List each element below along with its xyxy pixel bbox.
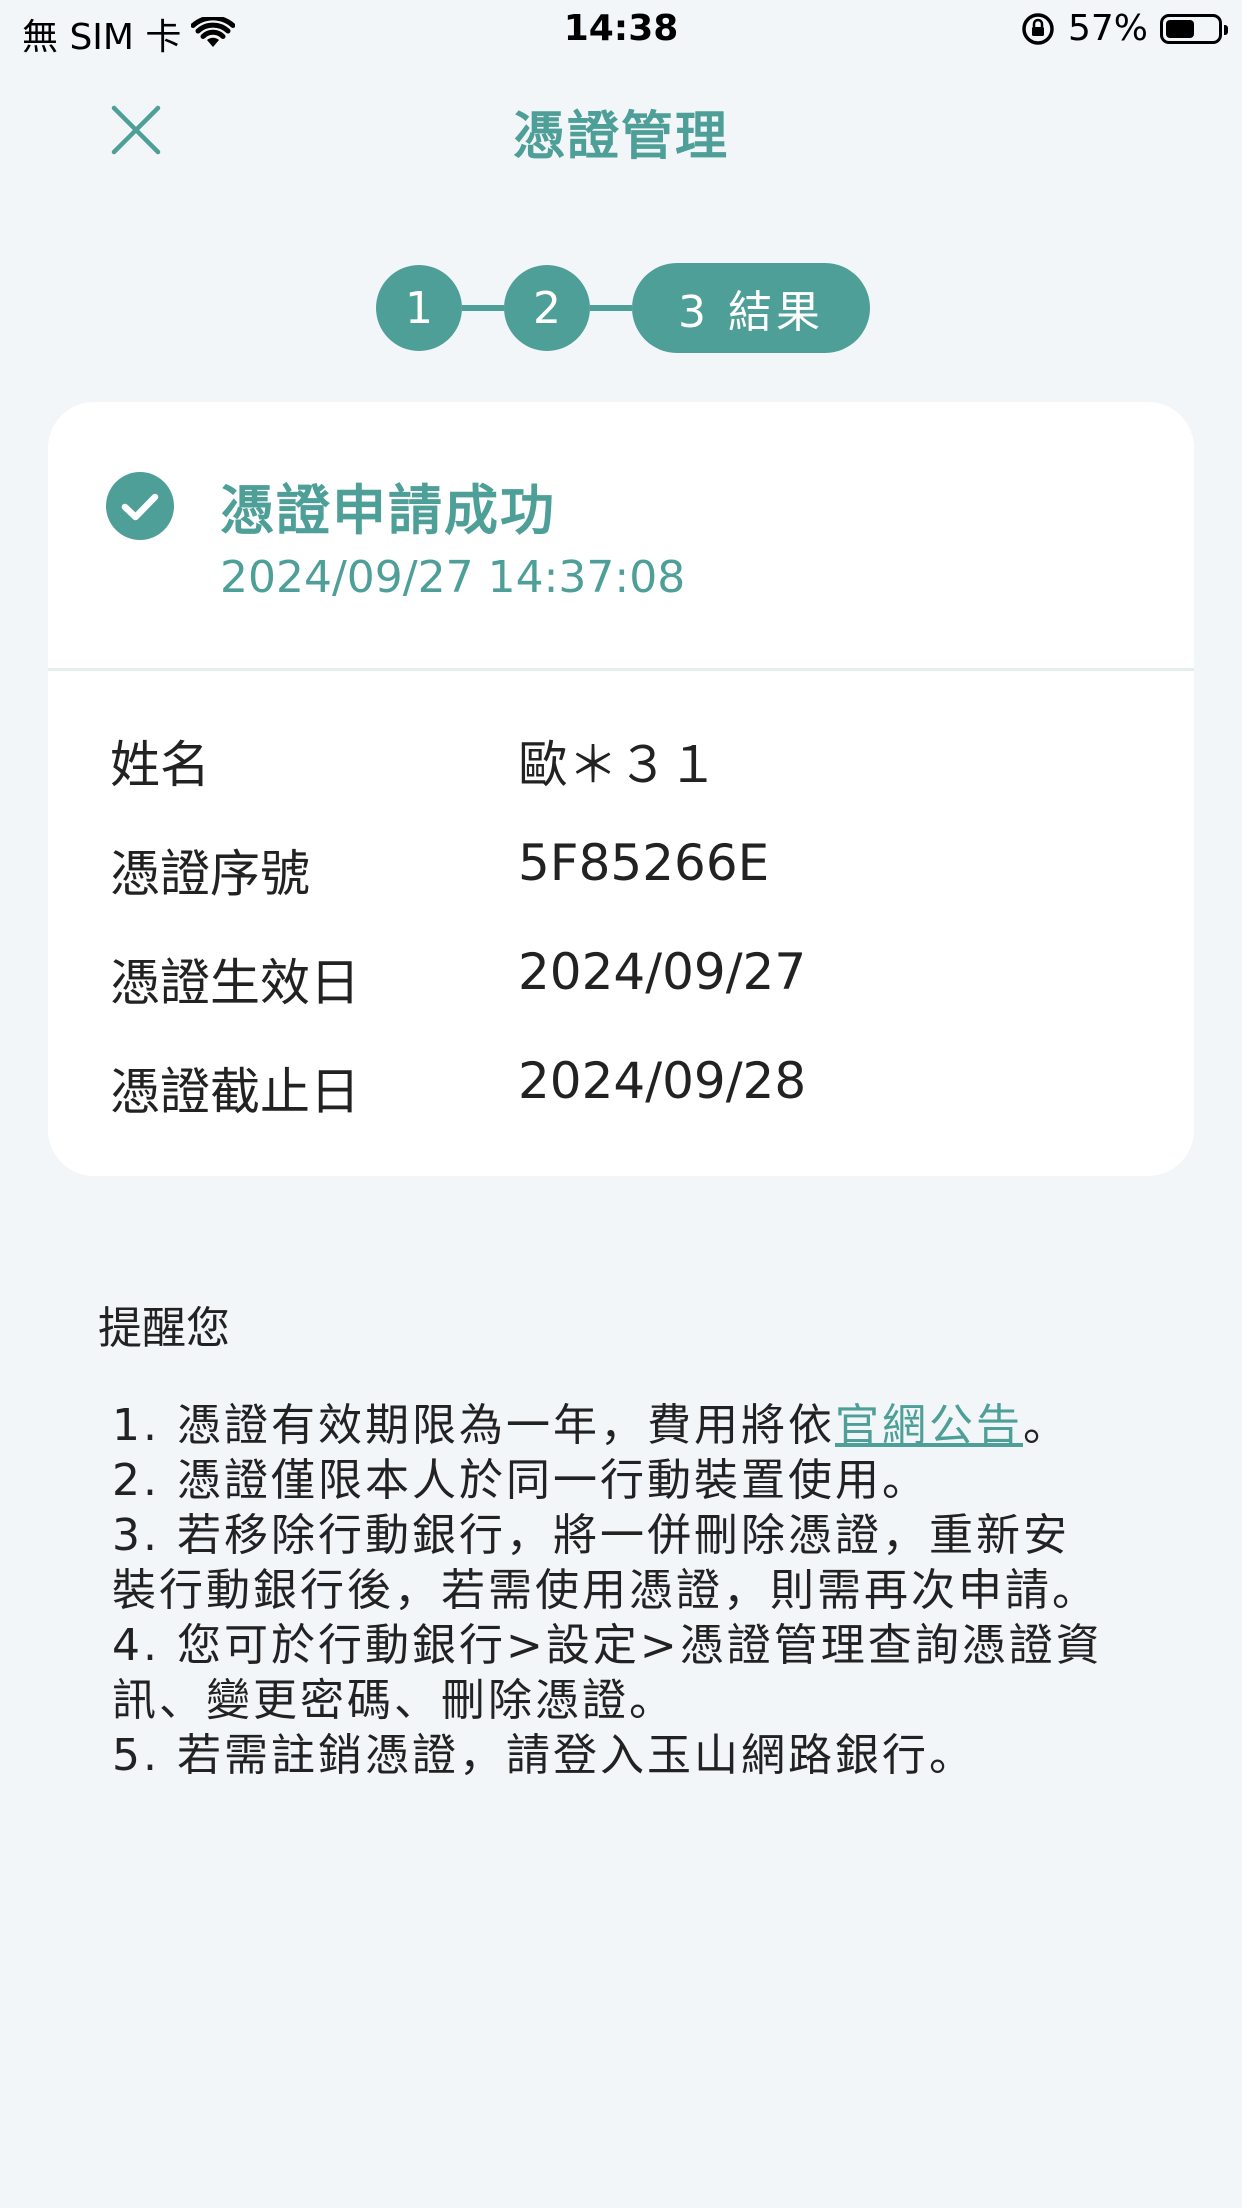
reminder-list: 1. 憑證有效期限為一年，費用將依官網公告。 2. 憑證僅限本人於同一行動裝置使… — [112, 1398, 1112, 1783]
success-title: 憑證申請成功 — [220, 479, 556, 542]
step-1: 1 — [376, 265, 462, 351]
orientation-lock-icon — [1022, 12, 1054, 45]
step-3-current: 3 結果 — [632, 263, 870, 353]
detail-value: 2024/09/27 — [518, 943, 807, 1001]
detail-row-name: 姓名 歐＊３１ — [48, 717, 1194, 826]
reminder-title: 提醒您 — [98, 1303, 230, 1354]
step-connector — [462, 305, 504, 311]
detail-label: 憑證序號 — [110, 845, 310, 903]
status-bar: 無 SIM 卡 14:38 57% — [0, 0, 1242, 62]
step-2: 2 — [504, 265, 590, 351]
detail-value: 歐＊３１ — [518, 736, 718, 794]
reminder-item-4: 4. 您可於行動銀行>設定>憑證管理查詢憑證資訊、變更密碼、刪除憑證。 — [112, 1620, 1103, 1726]
check-circle-icon — [106, 472, 174, 540]
reminder-item-1: 1. 憑證有效期限為一年，費用將依官網公告。 — [112, 1400, 1070, 1451]
battery-fill — [1166, 19, 1194, 38]
detail-value: 2024/09/28 — [518, 1052, 807, 1110]
step-connector — [590, 305, 632, 311]
result-summary: 憑證申請成功 2024/09/27 14:37:08 — [48, 402, 1194, 671]
reminder-item-3: 3. 若移除行動銀行，將一併刪除憑證，重新安裝行動銀行後，若需使用憑證，則需再次… — [112, 1510, 1099, 1616]
detail-row-expiry-date: 憑證截止日 2024/09/28 — [48, 1044, 1194, 1153]
result-card: 憑證申請成功 2024/09/27 14:37:08 姓名 歐＊３１ 憑證序號 … — [48, 402, 1194, 1176]
detail-label: 憑證截止日 — [110, 1063, 360, 1121]
battery-icon — [1160, 13, 1228, 44]
battery-percent: 57% — [1067, 8, 1148, 49]
detail-label: 憑證生效日 — [110, 954, 360, 1012]
reminder-item-2: 2. 憑證僅限本人於同一行動裝置使用。 — [112, 1455, 929, 1506]
official-announcement-link[interactable]: 官網公告 — [835, 1400, 1023, 1451]
success-timestamp: 2024/09/27 14:37:08 — [220, 552, 686, 603]
detail-value: 5F85266E — [518, 834, 770, 892]
detail-label: 姓名 — [110, 736, 210, 794]
status-right: 57% — [1020, 8, 1228, 49]
certificate-details: 姓名 歐＊３１ 憑證序號 5F85266E 憑證生效日 2024/09/27 憑… — [48, 671, 1194, 1153]
page-title: 憑證管理 — [512, 107, 729, 167]
detail-row-effective-date: 憑證生效日 2024/09/27 — [48, 935, 1194, 1044]
header: 憑證管理 — [0, 80, 1242, 170]
reminder-item-5: 5. 若需註銷憑證，請登入玉山網路銀行。 — [112, 1730, 976, 1781]
detail-row-serial: 憑證序號 5F85266E — [48, 826, 1194, 935]
progress-stepper: 1 2 3 結果 — [376, 262, 870, 354]
